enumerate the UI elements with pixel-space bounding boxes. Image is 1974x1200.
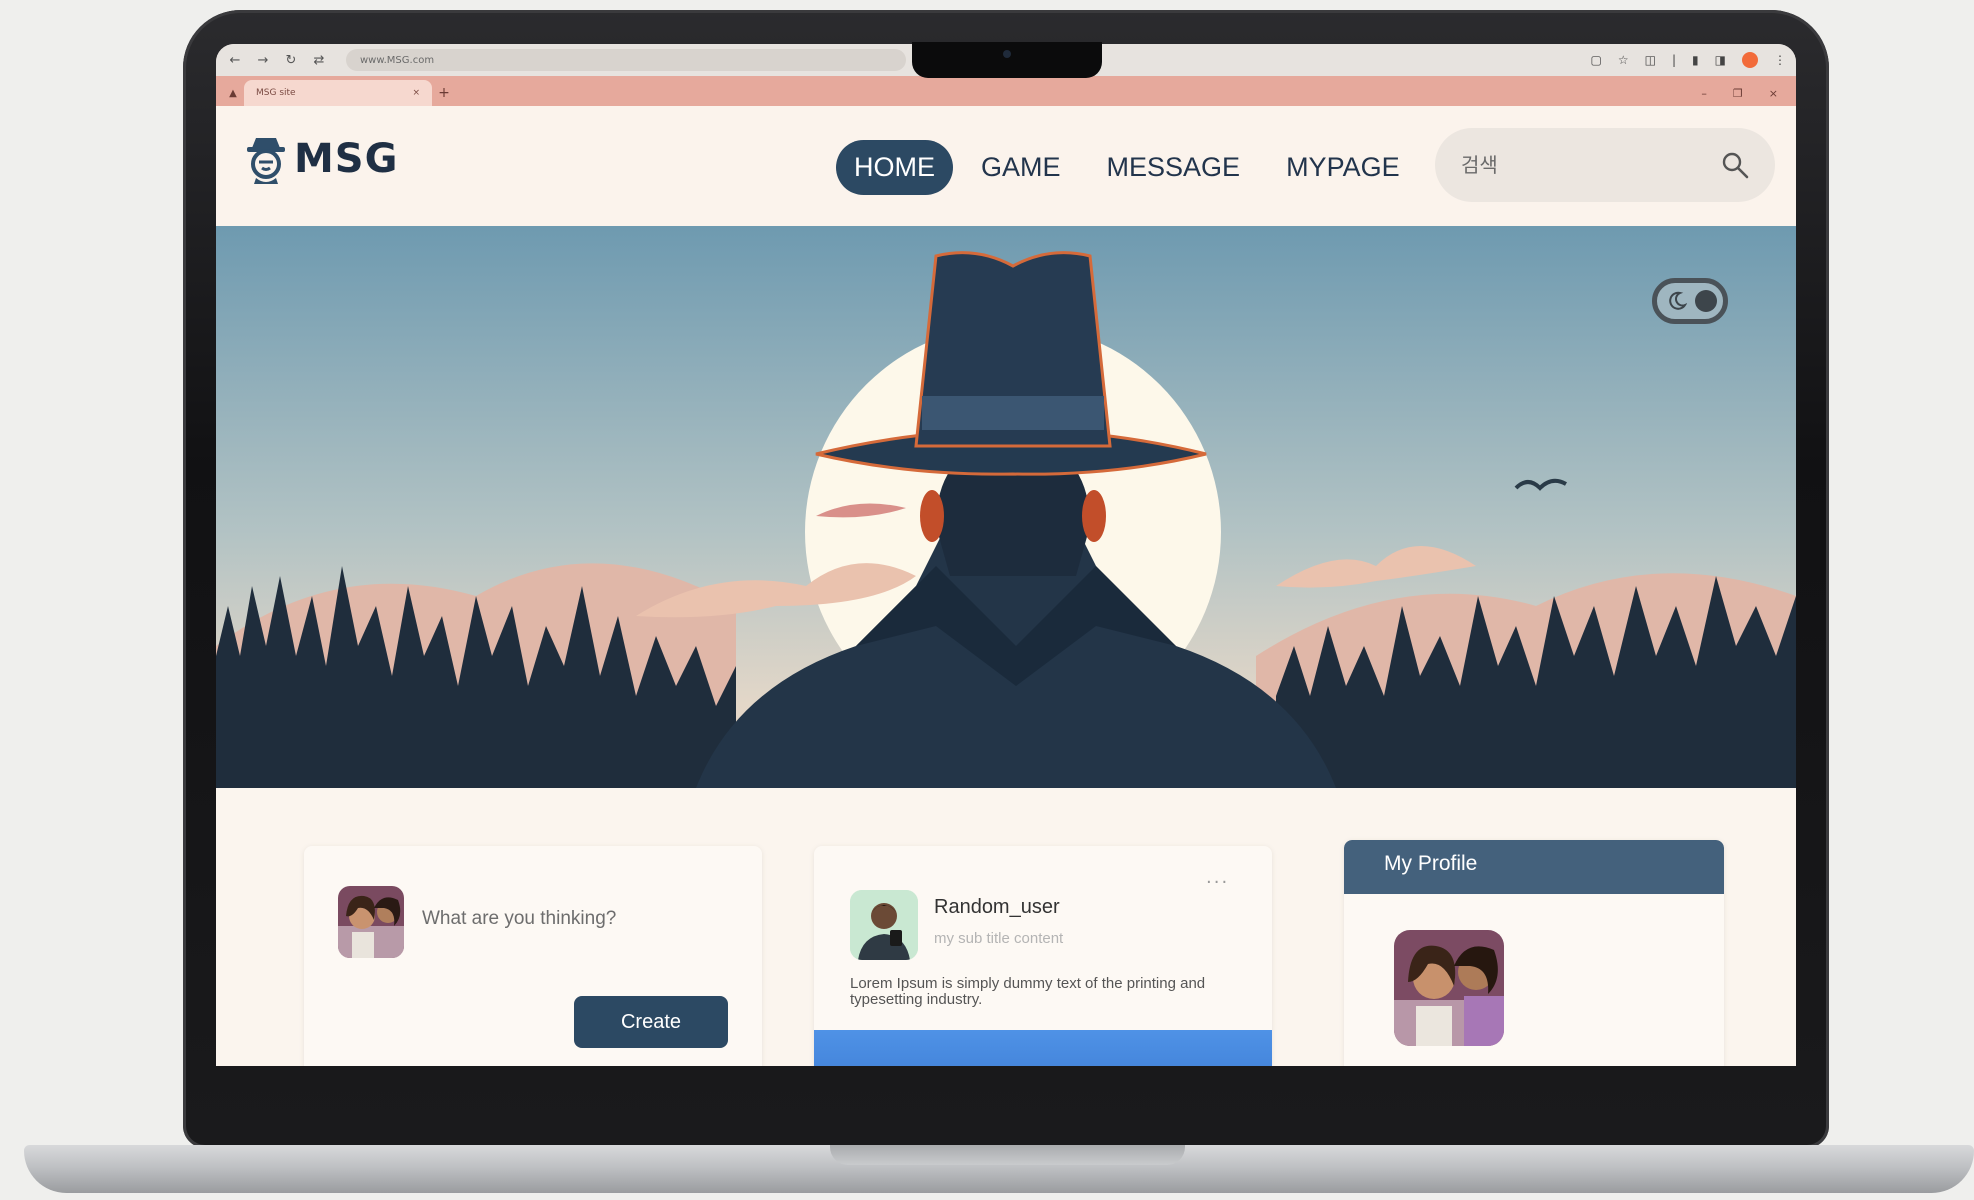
- post-media[interactable]: [814, 1030, 1272, 1066]
- window-controls: – ❐ ×: [1683, 80, 1796, 106]
- close-window-icon[interactable]: ×: [1769, 87, 1778, 100]
- post-body: Lorem Ipsum is simply dummy text of the …: [850, 975, 1206, 1008]
- post-username[interactable]: Random_user: [934, 896, 1060, 919]
- minimize-icon[interactable]: –: [1701, 87, 1707, 100]
- site-logo[interactable]: MSG: [244, 134, 398, 184]
- tab-search-icon[interactable]: ▲: [222, 82, 244, 106]
- toggle-knob: [1695, 290, 1717, 312]
- tab-strip: ▲ MSG site × + – ❐ ×: [216, 76, 1796, 106]
- nav-home[interactable]: HOME: [836, 140, 953, 195]
- address-bar[interactable]: www.MSG.com: [346, 49, 906, 71]
- detective-logo-icon: [247, 138, 285, 184]
- nav-game[interactable]: GAME: [963, 140, 1079, 195]
- site-settings-icon[interactable]: ⇄: [310, 53, 328, 68]
- main-nav: HOME GAME MESSAGE MYPAGE: [836, 140, 1428, 195]
- browser-menu-icon[interactable]: ⋮: [1774, 53, 1786, 67]
- address-bar-url: www.MSG.com: [360, 54, 435, 66]
- feed-area: What are you thinking? Create Random_use…: [216, 788, 1796, 1066]
- search-icon[interactable]: [1721, 151, 1749, 179]
- composer-prompt[interactable]: What are you thinking?: [422, 908, 616, 930]
- site-header: MSG HOME GAME MESSAGE MYPAGE: [216, 106, 1796, 226]
- bookmark-icon[interactable]: ☆: [1618, 53, 1629, 67]
- post-card: Random_user my sub title content ··· Lor…: [814, 846, 1272, 1066]
- moon-icon: [1669, 291, 1687, 310]
- profile-avatar[interactable]: [1394, 930, 1504, 1046]
- profile-avatar-icon[interactable]: [1742, 52, 1758, 68]
- dark-mode-toggle[interactable]: [1652, 278, 1728, 324]
- profile-card: My Profile: [1344, 840, 1724, 1066]
- post-subtitle: my sub title content: [934, 930, 1064, 947]
- hero-banner: [216, 226, 1796, 788]
- avatar: [338, 886, 404, 958]
- create-button[interactable]: Create: [574, 996, 728, 1048]
- nav-mypage[interactable]: MYPAGE: [1268, 140, 1418, 195]
- restore-icon[interactable]: ❐: [1733, 87, 1743, 100]
- back-arrow-icon[interactable]: ←: [226, 53, 244, 68]
- avatar: [850, 890, 918, 960]
- reload-icon[interactable]: ↻: [282, 53, 300, 68]
- extensions-icon[interactable]: ◫: [1645, 53, 1656, 67]
- camera-notch: [912, 42, 1102, 78]
- sidebar-icon[interactable]: ◨: [1715, 53, 1726, 67]
- browser-tab[interactable]: MSG site ×: [244, 80, 432, 106]
- chart-icon[interactable]: ▮: [1692, 53, 1699, 67]
- search-box: [1435, 128, 1775, 202]
- nav-message[interactable]: MESSAGE: [1089, 140, 1259, 195]
- search-input[interactable]: [1461, 153, 1721, 177]
- divider: |: [1672, 53, 1677, 67]
- screen-capture-icon[interactable]: ▢: [1591, 53, 1602, 67]
- profile-title: My Profile: [1344, 840, 1724, 894]
- laptop-base-notch: [830, 1145, 1185, 1165]
- more-dots-icon[interactable]: ···: [1206, 872, 1229, 893]
- forward-arrow-icon[interactable]: →: [254, 53, 272, 68]
- browser-extensions: ▢ ☆ ◫ | ▮ ◨ ⋮: [1591, 52, 1786, 68]
- tab-title: MSG site: [256, 88, 296, 98]
- camera-icon: [1003, 50, 1011, 58]
- close-tab-icon[interactable]: ×: [412, 88, 420, 98]
- logo-text: MSG: [294, 136, 399, 182]
- new-tab-button[interactable]: +: [432, 80, 456, 106]
- post-composer-card: What are you thinking? Create: [304, 846, 762, 1066]
- detective-illustration: [216, 226, 1796, 788]
- laptop-screen: ← → ↻ ⇄ www.MSG.com ▢ ☆ ◫ | ▮ ◨ ⋮ ▲ MSG …: [216, 44, 1796, 1066]
